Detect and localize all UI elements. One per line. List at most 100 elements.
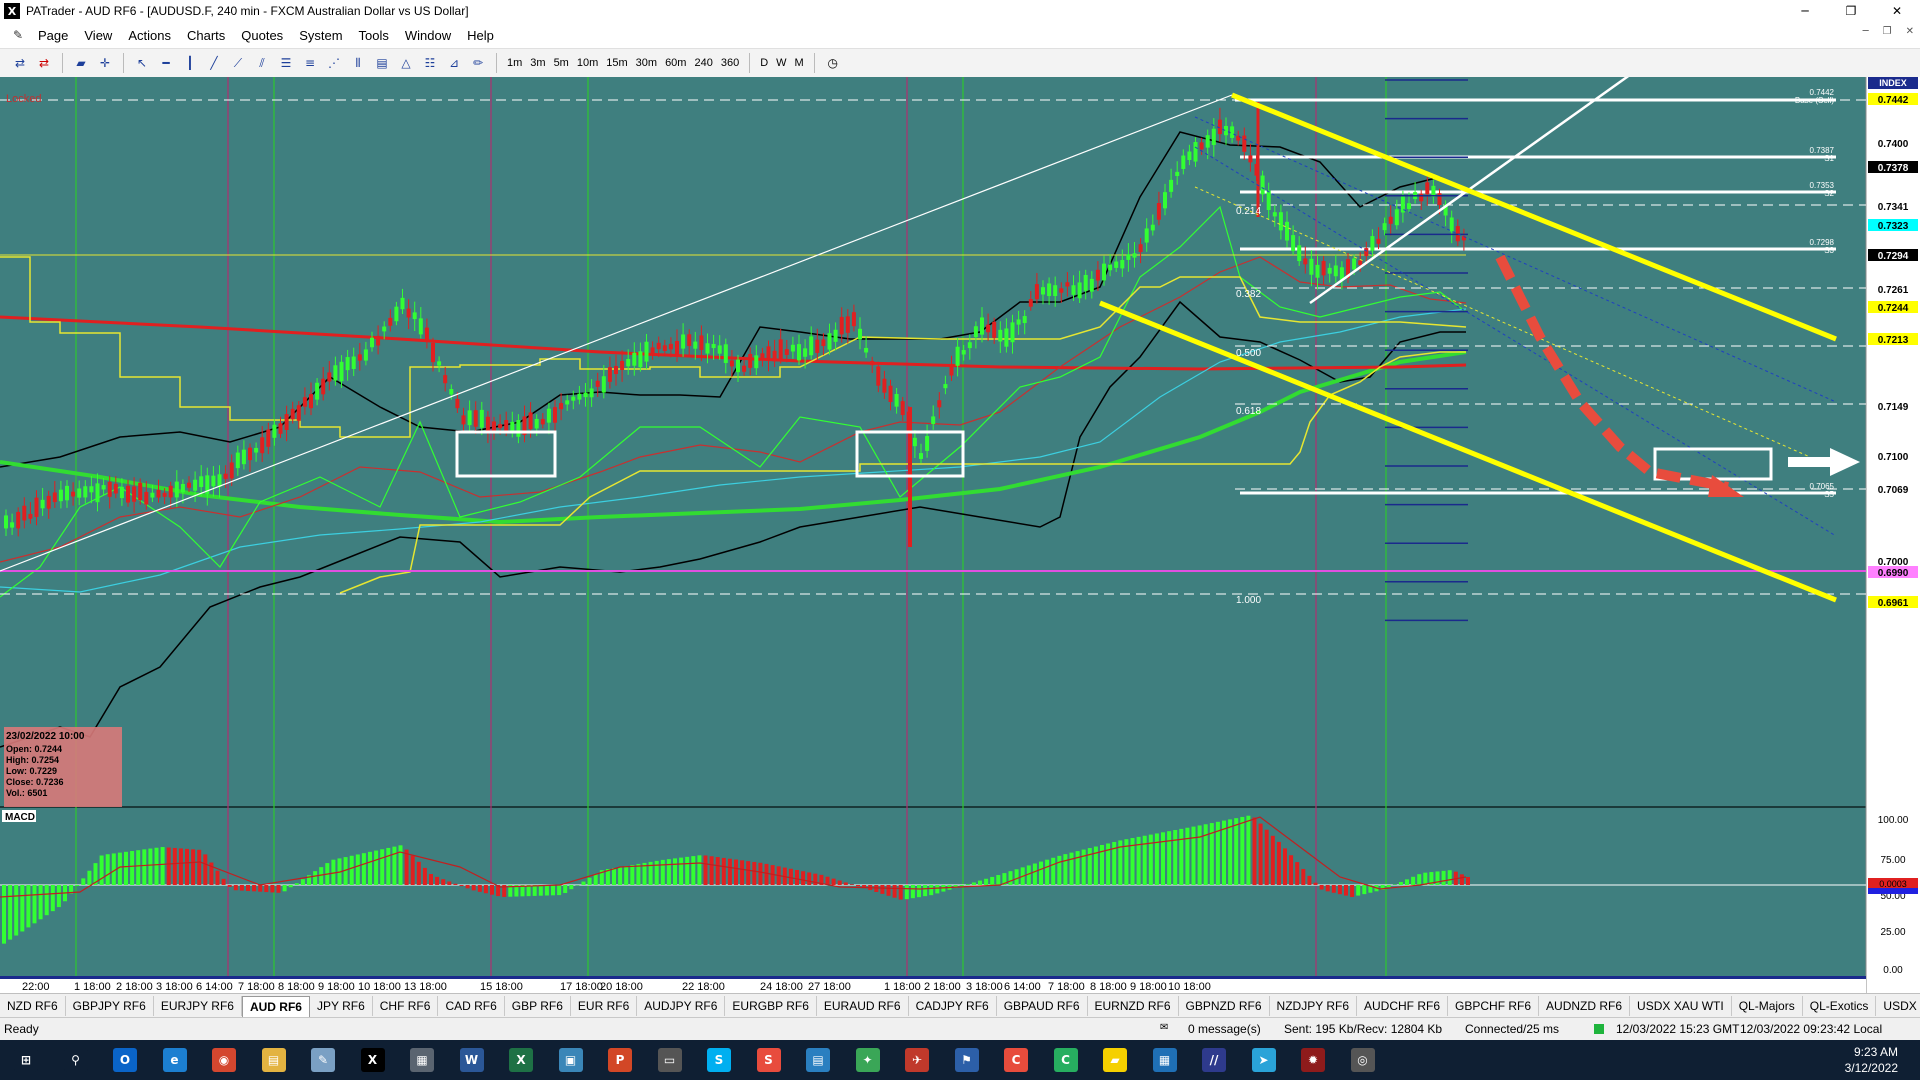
timeframe-240[interactable]: 240: [690, 57, 716, 69]
symbol-tab-nzdjpy-rf6[interactable]: NZDJPY RF6: [1270, 996, 1357, 1016]
menu-window[interactable]: Window: [397, 28, 459, 43]
notes-icon[interactable]: ✎: [311, 1048, 335, 1072]
status-messages[interactable]: 0 message(s): [1188, 1022, 1261, 1036]
edge-icon[interactable]: e: [162, 1048, 187, 1072]
speed-lines-icon[interactable]: ⊿: [444, 53, 464, 73]
clock-icon[interactable]: ◷: [823, 53, 843, 73]
app-icon-4[interactable]: ▤: [806, 1048, 830, 1072]
timeframe-10m[interactable]: 10m: [573, 57, 602, 69]
menu-page[interactable]: Page: [30, 28, 76, 43]
horizontal-line-icon[interactable]: ━: [156, 53, 176, 73]
symbol-tab-nzd-rf6[interactable]: NZD RF6: [0, 996, 66, 1016]
pencil-icon[interactable]: ✏: [468, 53, 488, 73]
app-icon-6[interactable]: ✈: [905, 1048, 929, 1072]
timeframe-monthly[interactable]: M: [791, 57, 808, 69]
excel-icon[interactable]: X: [509, 1048, 533, 1072]
patrader-icon[interactable]: X: [360, 1048, 385, 1072]
symbol-tab-gbp-rf6[interactable]: GBP RF6: [505, 996, 571, 1016]
symbol-tab-audjpy-rf6[interactable]: AUDJPY RF6: [637, 996, 726, 1016]
calculator-icon[interactable]: ▦: [410, 1048, 434, 1072]
app-icon-10[interactable]: ▦: [1152, 1048, 1177, 1072]
mdi-restore-icon[interactable]: ❐: [1883, 26, 1892, 37]
symbol-tab-ql-majors[interactable]: QL-Majors: [1732, 996, 1803, 1016]
timeframe-daily[interactable]: D: [756, 57, 772, 69]
channel-icon[interactable]: ⫽: [252, 53, 272, 73]
symbol-tab-usdx-xau-wti[interactable]: USDX XAU WTI: [1630, 996, 1732, 1016]
app-icon-9[interactable]: C: [1053, 1048, 1078, 1072]
cycle-lines-icon[interactable]: ⦀: [348, 53, 368, 73]
outlook-icon[interactable]: O: [113, 1048, 137, 1072]
symbol-tab-audnzd-rf6[interactable]: AUDNZD RF6: [1539, 996, 1631, 1016]
menu-view[interactable]: View: [76, 28, 120, 43]
triangle-icon[interactable]: △: [396, 53, 416, 73]
crosshair-icon[interactable]: ✛: [95, 53, 115, 73]
app-icon-13[interactable]: ◎: [1350, 1048, 1375, 1072]
timeframe-weekly[interactable]: W: [772, 57, 790, 69]
maximize-button[interactable]: ❐: [1828, 0, 1874, 22]
app-icon-3[interactable]: S: [756, 1048, 781, 1072]
symbol-tab-audchf-rf6[interactable]: AUDCHF RF6: [1357, 996, 1449, 1016]
sticky-notes-icon[interactable]: ▰: [1103, 1048, 1127, 1072]
powerpoint-icon[interactable]: P: [608, 1048, 632, 1072]
symbol-tab-gbpjpy-rf6[interactable]: GBPJPY RF6: [66, 996, 154, 1016]
pointer-icon[interactable]: ↖: [132, 53, 152, 73]
app-icon-1[interactable]: ▣: [558, 1048, 583, 1072]
mdi-minimize-icon[interactable]: ─: [1863, 26, 1869, 37]
gann-fan-icon[interactable]: ⋰: [324, 53, 344, 73]
symbol-tab-euraud-rf6[interactable]: EURAUD RF6: [817, 996, 909, 1016]
menu-tools[interactable]: Tools: [351, 28, 397, 43]
timeframe-15m[interactable]: 15m: [602, 57, 631, 69]
telegram-icon[interactable]: ➤: [1251, 1048, 1276, 1072]
symbol-tab-gbpnzd-rf6[interactable]: GBPNZD RF6: [1179, 996, 1270, 1016]
timeframe-5m[interactable]: 5m: [550, 57, 573, 69]
search-icon[interactable]: ⚲: [63, 1048, 88, 1072]
file-explorer-icon[interactable]: ▤: [261, 1048, 286, 1072]
timeframe-30m[interactable]: 30m: [632, 57, 661, 69]
app-icon-12[interactable]: ✹: [1301, 1048, 1325, 1072]
vertical-line-icon[interactable]: ┃: [180, 53, 200, 73]
symbol-tab-gbpchf-rf6[interactable]: GBPCHF RF6: [1448, 996, 1540, 1016]
close-button[interactable]: ✕: [1874, 0, 1920, 22]
buy-icon[interactable]: ⇄: [10, 53, 30, 73]
app-icon-2[interactable]: ▭: [657, 1048, 682, 1072]
symbol-tab-eurnzd-rf6[interactable]: EURNZD RF6: [1088, 996, 1179, 1016]
symbol-tab-eurjpy-rf6[interactable]: EURJPY RF6: [154, 996, 242, 1016]
sell-icon[interactable]: ⇄: [34, 53, 54, 73]
menu-system[interactable]: System: [291, 28, 350, 43]
app-icon-5[interactable]: ✦: [855, 1048, 880, 1072]
symbol-tab-usdx-rf6[interactable]: USDX RF6: [1876, 996, 1920, 1016]
symbol-tab-ql-exotics[interactable]: QL-Exotics: [1803, 996, 1877, 1016]
app-icon-11[interactable]: //: [1202, 1048, 1226, 1072]
chart-icon[interactable]: ▰: [71, 53, 91, 73]
levels-icon[interactable]: ☷: [420, 53, 440, 73]
symbol-tab-cadjpy-rf6[interactable]: CADJPY RF6: [909, 996, 997, 1016]
trend-line-icon[interactable]: ╱: [204, 53, 224, 73]
symbol-tab-cad-rf6[interactable]: CAD RF6: [438, 996, 505, 1016]
minimize-button[interactable]: ─: [1782, 0, 1828, 22]
chrome-icon[interactable]: ◉: [212, 1048, 236, 1072]
symbol-tab-aud-rf6[interactable]: AUD RF6: [241, 995, 310, 1017]
symbol-tab-jpy-rf6[interactable]: JPY RF6: [310, 996, 373, 1016]
price-chart[interactable]: 0.214 0.382 0.500 0.618 1.000 0.7442 Base (Se…: [0, 60, 1920, 993]
mdi-close-icon[interactable]: ✕: [1906, 26, 1914, 37]
windows-start-icon[interactable]: ⊞: [14, 1048, 38, 1072]
ray-line-icon[interactable]: ⟋: [228, 53, 248, 73]
symbol-tab-eurgbp-rf6[interactable]: EURGBP RF6: [725, 996, 817, 1016]
message-icon[interactable]: ✉: [1160, 1022, 1168, 1033]
timeframe-1m[interactable]: 1m: [503, 57, 526, 69]
menu-quotes[interactable]: Quotes: [233, 28, 291, 43]
timeframe-360[interactable]: 360: [717, 57, 743, 69]
taskbar-clock[interactable]: 9:23 AM 3/12/2022: [1845, 1044, 1898, 1076]
menu-actions[interactable]: Actions: [120, 28, 179, 43]
fibonacci-icon[interactable]: ☰: [276, 53, 296, 73]
pivot-icon[interactable]: ▤: [372, 53, 392, 73]
symbol-tab-gbpaud-rf6[interactable]: GBPAUD RF6: [997, 996, 1088, 1016]
chart-area[interactable]: 0.214 0.382 0.500 0.618 1.000 0.7442 Base (Se…: [0, 60, 1920, 993]
timeframe-3m[interactable]: 3m: [526, 57, 549, 69]
app-icon-7[interactable]: ⚑: [954, 1048, 979, 1072]
symbol-tab-eur-rf6[interactable]: EUR RF6: [571, 996, 638, 1016]
symbol-tab-chf-rf6[interactable]: CHF RF6: [373, 996, 439, 1016]
app-icon-8[interactable]: C: [1004, 1048, 1028, 1072]
fib-extension-icon[interactable]: ≡: [300, 53, 320, 73]
menu-charts[interactable]: Charts: [179, 28, 233, 43]
